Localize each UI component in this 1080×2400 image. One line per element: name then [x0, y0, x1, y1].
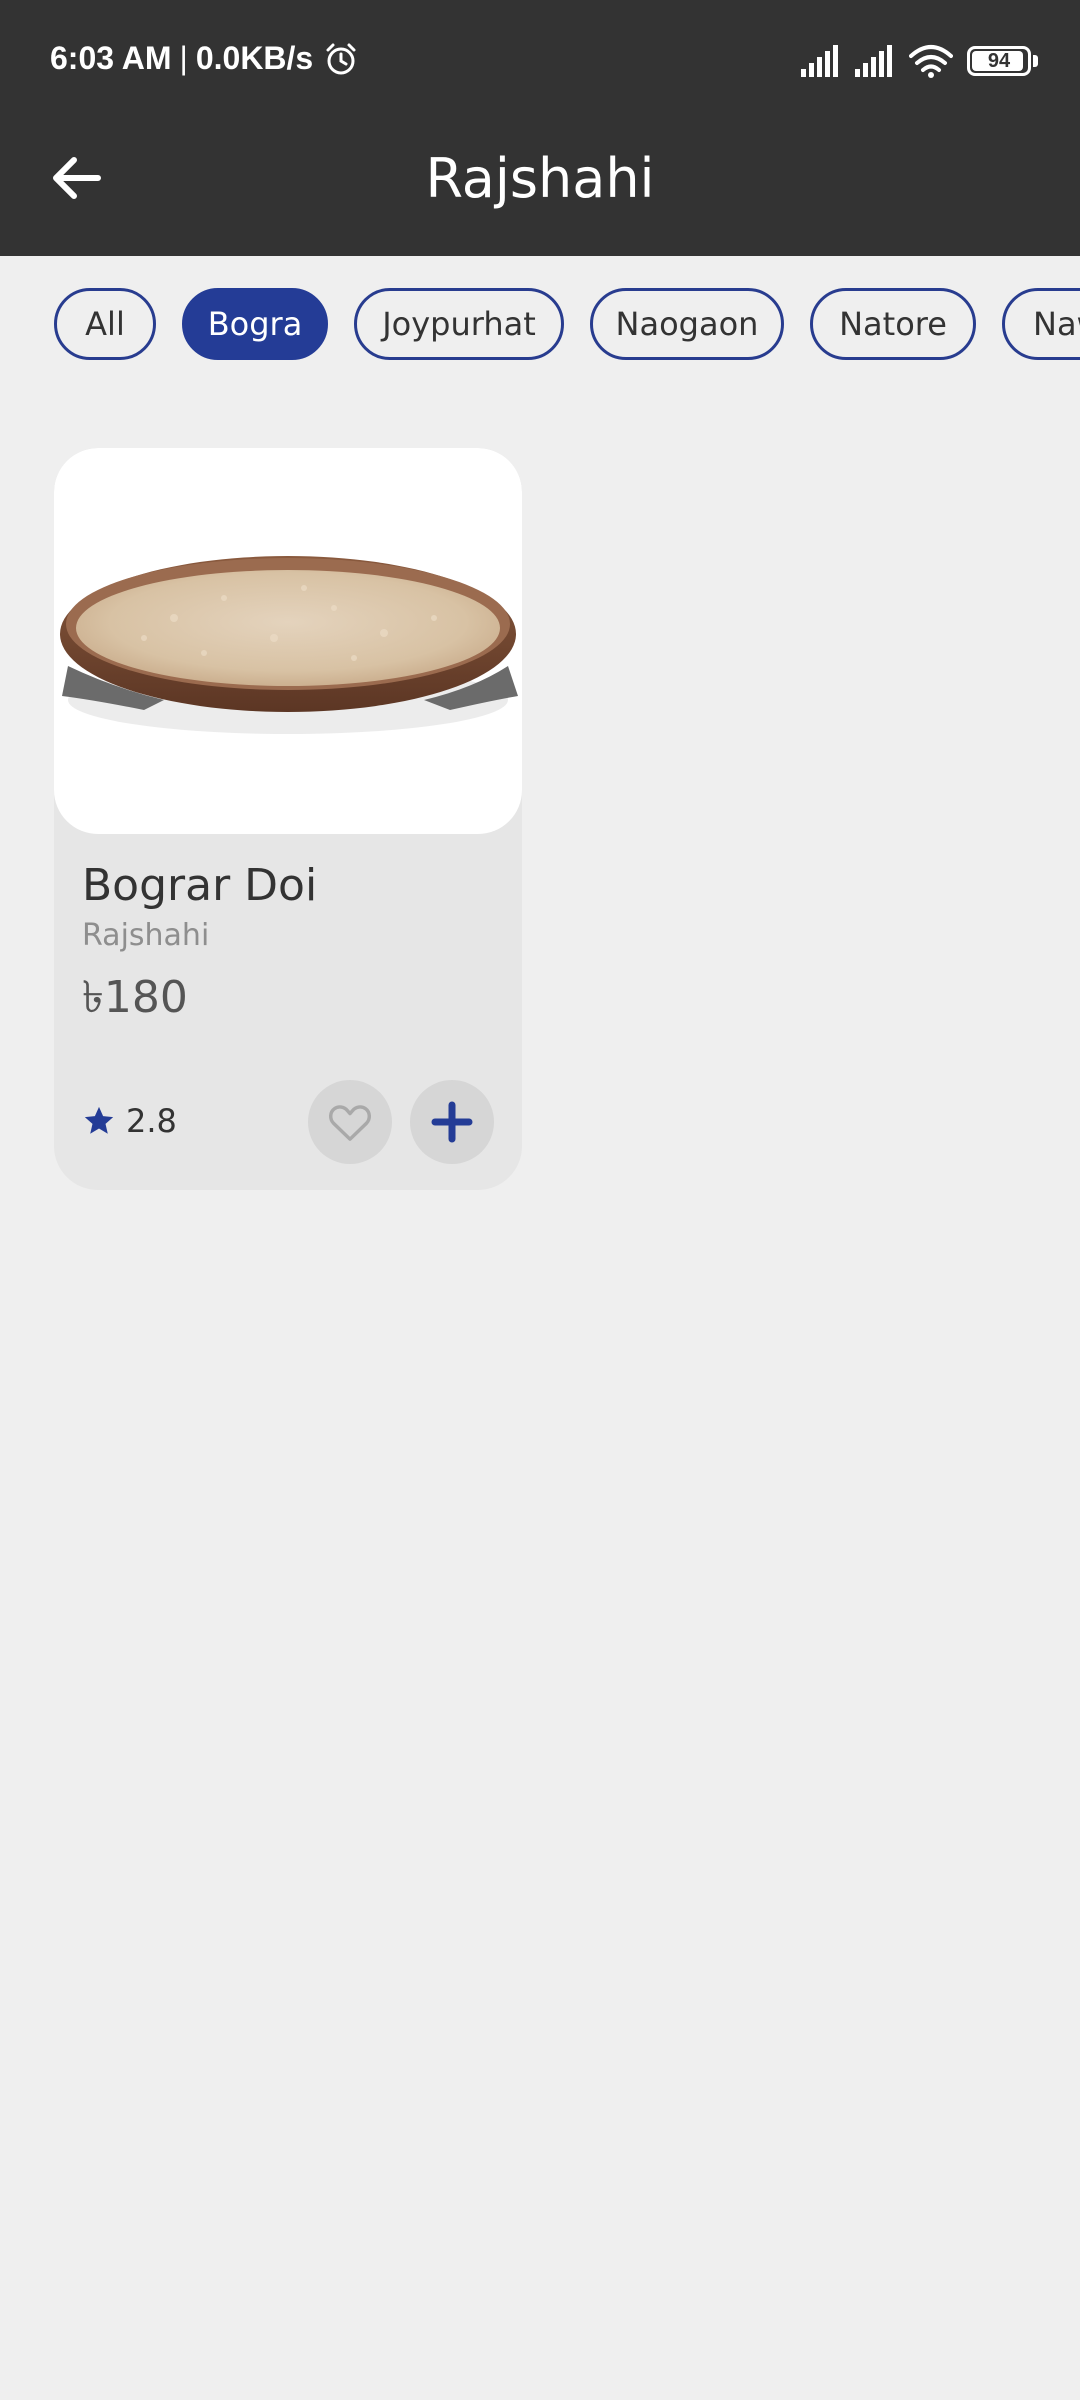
signal-icon	[801, 45, 838, 77]
heart-outline-icon	[329, 1105, 371, 1141]
product-card[interactable]: Bograr Doi Rajshahi ৳180 2.8	[54, 448, 522, 1190]
star-icon	[84, 1106, 114, 1134]
signal-icon	[855, 45, 892, 77]
status-right: 94	[799, 44, 1038, 78]
filter-chip-naogaon[interactable]: Naogaon	[590, 288, 784, 360]
product-name: Bograr Doi	[82, 860, 318, 911]
network-speed: 0.0KB/s	[195, 40, 314, 76]
product-price: ৳180	[82, 972, 188, 1023]
battery-tip	[1033, 55, 1038, 67]
filter-chip-joypurhat[interactable]: Joypurhat	[354, 288, 564, 360]
product-image	[54, 448, 522, 834]
battery-icon: 94	[967, 46, 1031, 76]
favorite-button[interactable]	[308, 1080, 392, 1164]
district-filter-bar: All Bogra Joypurhat Naogaon Natore Naw	[0, 288, 1080, 360]
filter-chip-bogra[interactable]: Bogra	[182, 288, 328, 360]
wifi-icon	[909, 45, 953, 78]
status-left: 6:03 AM | 0.0KB/s	[50, 40, 359, 77]
app-header: 6:03 AM | 0.0KB/s 94 Rajshahi	[0, 0, 1080, 256]
filter-chip-natore[interactable]: Natore	[810, 288, 976, 360]
status-bar: 6:03 AM | 0.0KB/s 94	[0, 0, 1080, 130]
filter-chip-all[interactable]: All	[54, 288, 156, 360]
page-title: Rajshahi	[425, 147, 655, 210]
add-to-cart-button[interactable]	[410, 1080, 494, 1164]
status-separator: |	[179, 40, 188, 76]
plus-icon	[431, 1101, 473, 1143]
filter-chip-naw[interactable]: Naw	[1002, 288, 1080, 360]
curd-bowl-image	[60, 556, 518, 734]
rating-value: 2.8	[126, 1102, 177, 1140]
battery-level: 94	[987, 50, 1011, 72]
product-rating: 2.8	[82, 1102, 177, 1140]
alarm-icon	[326, 43, 356, 74]
product-region: Rajshahi	[82, 918, 210, 953]
status-time: 6:03 AM	[50, 40, 172, 76]
